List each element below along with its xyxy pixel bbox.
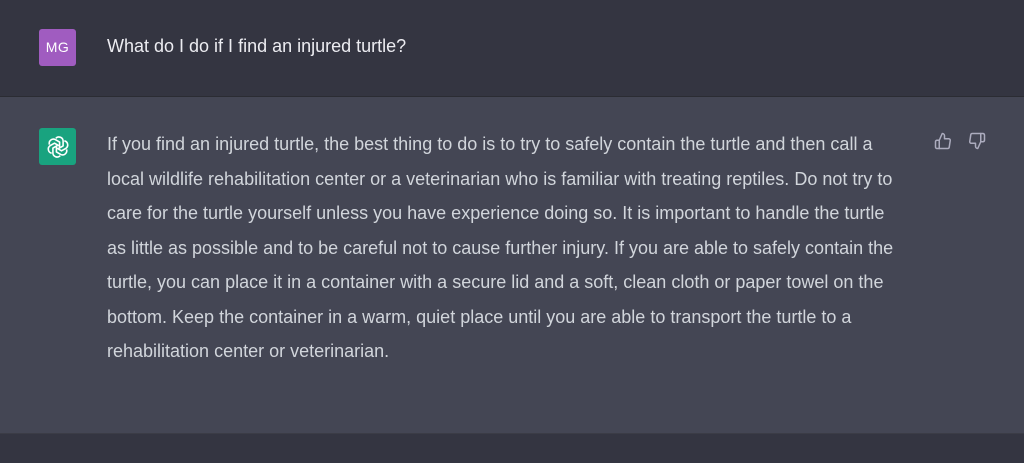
openai-logo-icon [47, 135, 68, 158]
thumbs-down-icon [969, 132, 986, 150]
thumbs-up-button[interactable] [932, 130, 954, 152]
user-avatar: MG [39, 29, 76, 66]
assistant-message-text: If you find an injured turtle, the best … [107, 134, 894, 361]
thumbs-up-icon [934, 132, 951, 150]
thumbs-down-button[interactable] [966, 130, 988, 152]
chat-page: MG What do I do if I find an injured tur… [0, 0, 1024, 463]
assistant-message-row: If you find an injured turtle, the best … [0, 97, 1024, 434]
assistant-avatar [39, 128, 76, 165]
feedback-controls [932, 130, 988, 152]
user-message-text: What do I do if I find an injured turtle… [107, 36, 407, 56]
user-message-row: MG What do I do if I find an injured tur… [0, 0, 1024, 97]
bottom-area [0, 434, 1024, 463]
